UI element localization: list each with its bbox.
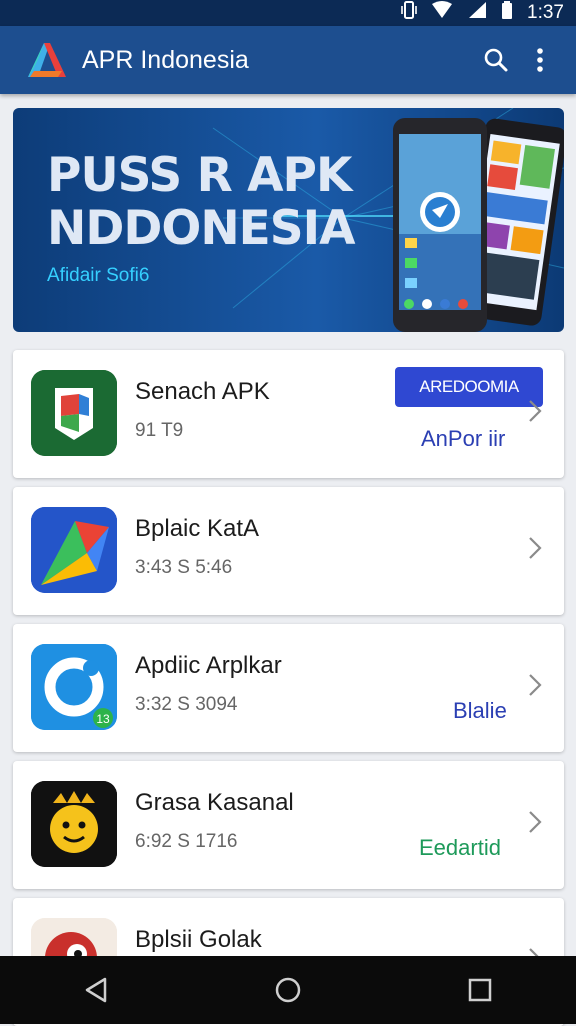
app-title: Apdiic Arplkar xyxy=(135,652,282,679)
status-time: 1:37 xyxy=(527,2,564,23)
app-meta: 91 T9 xyxy=(135,420,184,441)
app-meta: 3:32 S 3094 xyxy=(135,694,238,715)
more-options-button[interactable] xyxy=(518,38,562,82)
app-icon xyxy=(31,781,117,867)
home-button[interactable] xyxy=(258,960,318,1020)
status-bar: 1:37 xyxy=(0,0,576,26)
vibrate-icon xyxy=(401,1,417,25)
chevron-right-icon xyxy=(529,674,542,696)
app-title: Senach APK xyxy=(135,378,270,405)
recents-square-icon xyxy=(468,978,492,1002)
wifi-icon xyxy=(431,1,453,25)
system-nav-bar xyxy=(0,956,576,1024)
chevron-right-icon xyxy=(529,400,542,422)
home-circle-icon xyxy=(275,977,301,1003)
list-item[interactable]: Grasa Kasanal 6:92 S 1716 Eedartid xyxy=(13,761,564,889)
back-triangle-icon xyxy=(85,977,107,1003)
banner-headline-1: PUSS R APK xyxy=(47,148,352,203)
list-item[interactable]: Bplaic KatA 3:43 S 5:46 xyxy=(13,487,564,615)
app-action-button[interactable]: AREDOOMIA xyxy=(395,367,543,407)
svg-text:13: 13 xyxy=(96,712,110,726)
app-title: Bplaic KatA xyxy=(135,515,260,542)
list-item[interactable]: Senach APK 91 T9 AREDOOMIA AnPor iir xyxy=(13,350,564,478)
more-vert-icon xyxy=(537,48,543,72)
promo-banner[interactable]: PUSS R APK NDDONESIA Afidair Sofi6 xyxy=(13,108,564,332)
battery-icon xyxy=(501,1,513,25)
app-title: Grasa Kasanal xyxy=(135,789,294,816)
app-bar: APR Indonesia xyxy=(0,26,576,94)
app-sublabel: Blalie xyxy=(453,698,507,723)
app-sublabel: Eedartid xyxy=(419,835,501,860)
recents-button[interactable] xyxy=(450,960,510,1020)
app-meta: 6:92 S 1716 xyxy=(135,831,238,852)
app-title: Bplsii Golak xyxy=(135,926,262,953)
search-button[interactable] xyxy=(474,38,518,82)
app-meta: 3:43 S 5:46 xyxy=(135,557,233,578)
signal-icon xyxy=(467,1,487,25)
search-icon xyxy=(484,48,508,72)
phones-illustration xyxy=(393,118,564,332)
app-sublabel: AnPor iir xyxy=(421,426,506,451)
app-icon: 13 xyxy=(31,644,117,730)
chevron-right-icon xyxy=(529,537,542,559)
app-title: APR Indonesia xyxy=(82,45,249,74)
app-icon xyxy=(31,370,117,456)
list-item[interactable]: 13 Apdiic Arplkar 3:32 S 3094 Blalie xyxy=(13,624,564,752)
back-button[interactable] xyxy=(66,960,126,1020)
banner-headline-2: NDDONESIA xyxy=(47,201,355,256)
chevron-right-icon xyxy=(529,811,542,833)
banner-subtitle: Afidair Sofi6 xyxy=(47,265,150,286)
apr-logo-icon xyxy=(28,43,66,77)
app-icon xyxy=(31,507,117,593)
